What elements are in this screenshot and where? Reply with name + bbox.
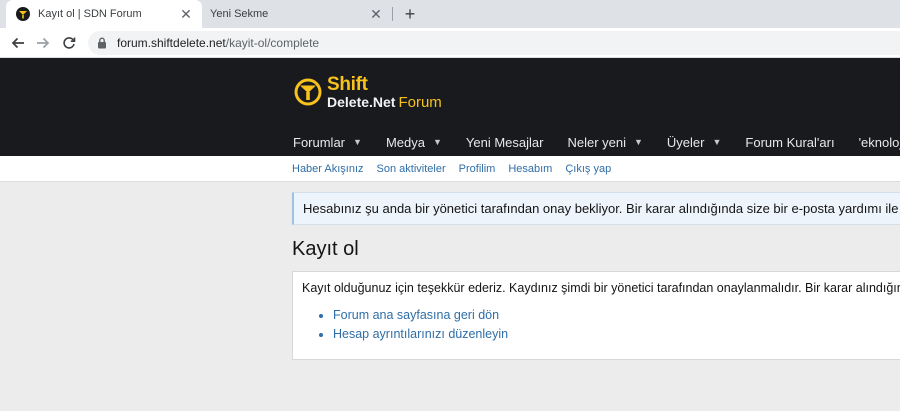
notice-text: Hesabınız şu anda bir yönetici tarafında…: [303, 201, 900, 216]
tab-divider: [392, 7, 393, 21]
nav-item-uyeler[interactable]: Üyeler ▼: [667, 135, 722, 150]
nav-label: 'eknoloji Habe: [858, 134, 900, 150]
site-header: Shift Delete.Net Forum Forumlar ▼ Medya ▼ Y…: [0, 58, 900, 156]
caret-down-icon[interactable]: ▼: [712, 137, 721, 147]
tab-sdn-forum[interactable]: Kayıt ol | SDN Forum ✕: [6, 0, 202, 28]
logo-text-deletenet: Delete.Net: [327, 93, 396, 110]
logo-text-shift: Shift: [327, 73, 368, 95]
link-forum-home[interactable]: Forum ana sayfasına geri dön: [333, 307, 900, 323]
site-logo[interactable]: Shift Delete.Net Forum: [293, 72, 442, 112]
reload-icon[interactable]: [60, 34, 78, 52]
nav-item-forumlar[interactable]: Forumlar ▼: [293, 135, 362, 150]
account-subnav: Haber Akışınız Son aktiviteler Profilim …: [0, 156, 900, 182]
nav-item-medya[interactable]: Medya ▼: [386, 135, 442, 150]
subnav-item-hesabim[interactable]: Hesabım: [508, 163, 552, 175]
arrow-left-icon[interactable]: [9, 34, 27, 52]
registration-complete-block: Kayıt olduğunuz için teşekkür ederiz. Ka…: [292, 271, 900, 360]
nav-item-teknoloji-haberleri[interactable]: 'eknoloji Habe: [859, 135, 900, 150]
caret-down-icon[interactable]: ▼: [433, 137, 442, 147]
shiftdelete-favicon-icon: [16, 7, 30, 21]
main-nav: Forumlar ▼ Medya ▼ Yeni Mesajlar Neler yen…: [293, 131, 900, 153]
registration-message: Kayıt olduğunuz için teşekkür ederiz. Ka…: [302, 281, 900, 295]
close-icon[interactable]: ✕: [368, 6, 384, 22]
logo-text-forum: Forum: [398, 93, 442, 111]
caret-down-icon[interactable]: ▼: [634, 137, 643, 147]
tab-title: Yeni Sekme: [210, 8, 269, 20]
nav-label: Üyeler: [666, 134, 705, 150]
browser-tab-strip: Kayıt ol | SDN Forum ✕ Yeni Sekme ✕ +: [0, 0, 900, 28]
tab-new-tab[interactable]: Yeni Sekme ✕: [200, 0, 392, 28]
nav-label: Forumlar: [293, 134, 346, 150]
tab-title: Kayıt ol | SDN Forum: [38, 8, 142, 20]
subnav-item-cikis-yap[interactable]: Çıkış yap: [565, 163, 611, 175]
arrow-right-icon[interactable]: [34, 34, 52, 52]
url-path: /kayit-ol/complete: [225, 36, 320, 50]
address-bar[interactable]: forum.shiftdelete.net/kayit-ol/complete: [88, 31, 900, 55]
link-edit-account[interactable]: Hesap ayrıntılarınızı düzenleyin: [333, 326, 900, 342]
close-icon[interactable]: ✕: [178, 6, 194, 22]
lock-icon[interactable]: [96, 37, 108, 49]
browser-toolbar: forum.shiftdelete.net/kayit-ol/complete: [0, 28, 900, 58]
subnav-item-haber-akisiniz[interactable]: Haber Akışınız: [292, 163, 364, 175]
nav-label: Neler yeni: [567, 134, 626, 150]
subnav-item-son-aktiviteler[interactable]: Son aktiviteler: [377, 163, 446, 175]
new-tab-button[interactable]: +: [400, 4, 420, 24]
nav-label: Yeni Mesajlar: [465, 134, 544, 150]
nav-item-neler-yeni[interactable]: Neler yeni ▼: [567, 135, 642, 150]
shiftdelete-logo-icon: [294, 78, 322, 106]
nav-label: Forum Kural'arı: [745, 134, 835, 150]
url-host: forum.shiftdelete.net: [117, 36, 226, 50]
caret-down-icon[interactable]: ▼: [353, 137, 362, 147]
subnav-item-profilim[interactable]: Profilim: [459, 163, 496, 175]
nav-item-yeni-mesajlar[interactable]: Yeni Mesajlar: [466, 135, 544, 150]
page-title: Kayıt ol: [292, 238, 359, 260]
action-links: Forum ana sayfasına geri dön Hesap ayrın…: [302, 307, 900, 342]
nav-item-forum-kurallari[interactable]: Forum Kural'arı: [745, 135, 834, 150]
approval-notice: Hesabınız şu anda bir yönetici tarafında…: [292, 192, 900, 225]
nav-label: Medya: [385, 134, 425, 150]
